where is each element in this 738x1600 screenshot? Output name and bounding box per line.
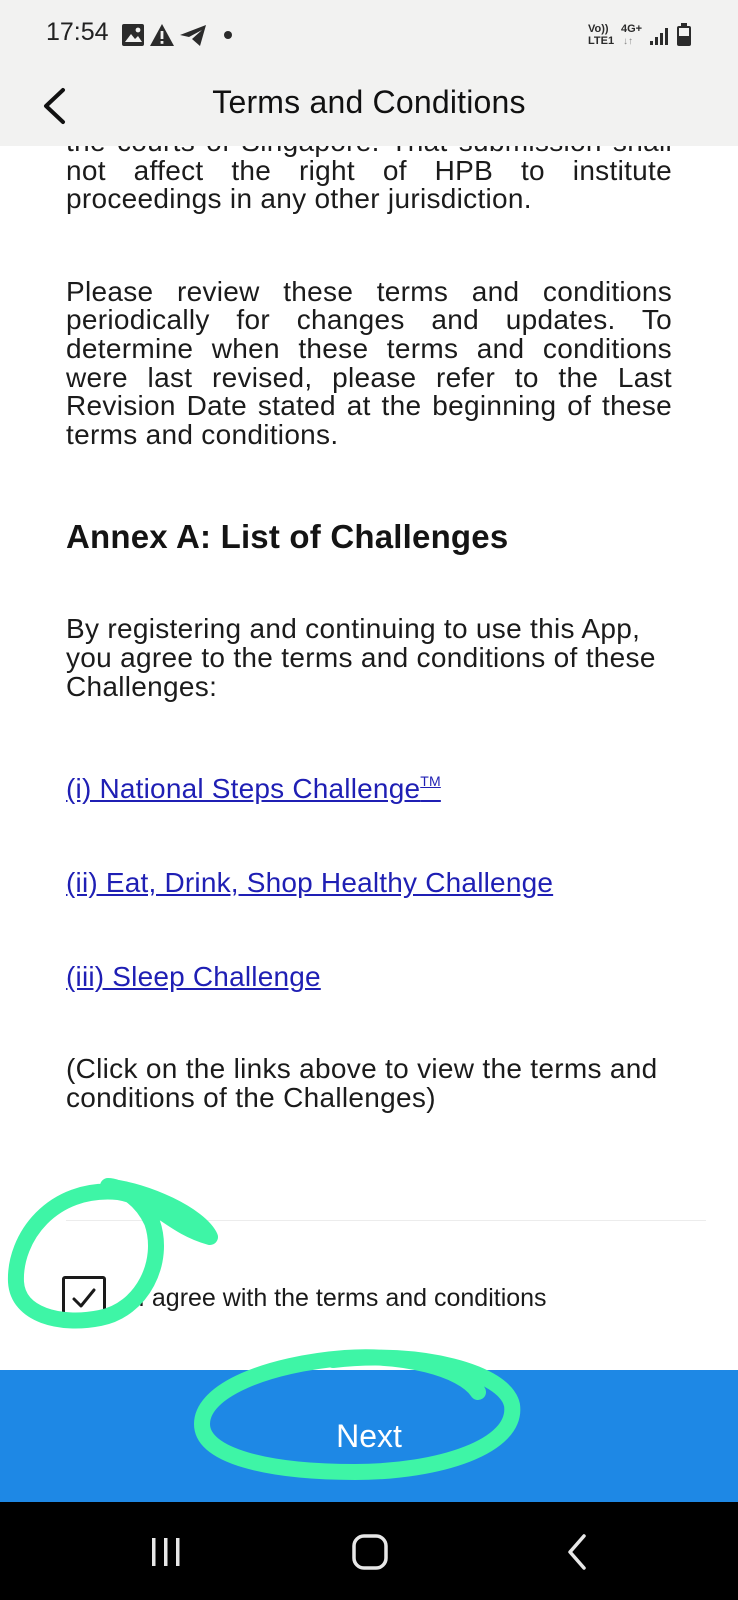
- status-bar: 17:54 Vo)) LTE1 4G+ ↓↑: [0, 0, 738, 70]
- link-eat-drink-shop-healthy-challenge[interactable]: (ii) Eat, Drink, Shop Healthy Challenge: [66, 867, 672, 899]
- back-icon[interactable]: [548, 1524, 608, 1580]
- agree-label: I agree with the terms and conditions: [138, 1284, 547, 1312]
- svg-text:4G+: 4G+: [621, 23, 642, 35]
- svg-text:↓↑: ↓↑: [623, 36, 633, 47]
- status-right-icons: Vo)) LTE1 4G+ ↓↑: [588, 23, 691, 47]
- warning-icon: [150, 24, 174, 46]
- home-icon[interactable]: [340, 1524, 400, 1580]
- divider: [66, 1220, 706, 1221]
- telegram-icon: [180, 25, 206, 46]
- terms-paragraph-jurisdiction: the courts of Singapore. That submission…: [66, 146, 672, 215]
- status-left-icons: [122, 24, 232, 46]
- terms-paragraph-click-note: (Click on the links above to view the te…: [66, 1053, 658, 1113]
- page-title: Terms and Conditions: [212, 84, 526, 120]
- svg-text:Vo)): Vo)): [588, 23, 609, 35]
- signal-icon: [650, 28, 668, 45]
- status-time: 17:54: [46, 18, 109, 46]
- volte-lte-icon: Vo)) LTE1: [588, 23, 614, 47]
- annex-heading: Annex A: List of Challenges: [66, 518, 509, 556]
- app-header: Terms and Conditions: [0, 70, 738, 146]
- agree-checkbox[interactable]: [62, 1276, 106, 1320]
- svg-text:LTE1: LTE1: [588, 35, 614, 47]
- terms-paragraph-review: Please review these terms and conditions…: [66, 275, 672, 450]
- next-button[interactable]: Next: [0, 1370, 738, 1502]
- link-national-steps-challenge[interactable]: (i) National Steps ChallengeTM: [66, 765, 672, 805]
- recent-apps-icon[interactable]: [136, 1524, 196, 1580]
- checkmark-icon: [72, 1288, 96, 1308]
- 4g-plus-icon: 4G+ ↓↑: [621, 23, 642, 47]
- link-sleep-challenge[interactable]: (iii) Sleep Challenge: [66, 961, 672, 993]
- terms-paragraph-challenges: By registering and continuing to use thi…: [66, 613, 656, 702]
- battery-icon: [677, 23, 691, 46]
- system-nav-bar: [0, 1502, 738, 1600]
- dot-icon: [224, 31, 232, 39]
- terms-content[interactable]: the courts of Singapore. That submission…: [0, 146, 738, 1370]
- gallery-icon: [122, 24, 144, 46]
